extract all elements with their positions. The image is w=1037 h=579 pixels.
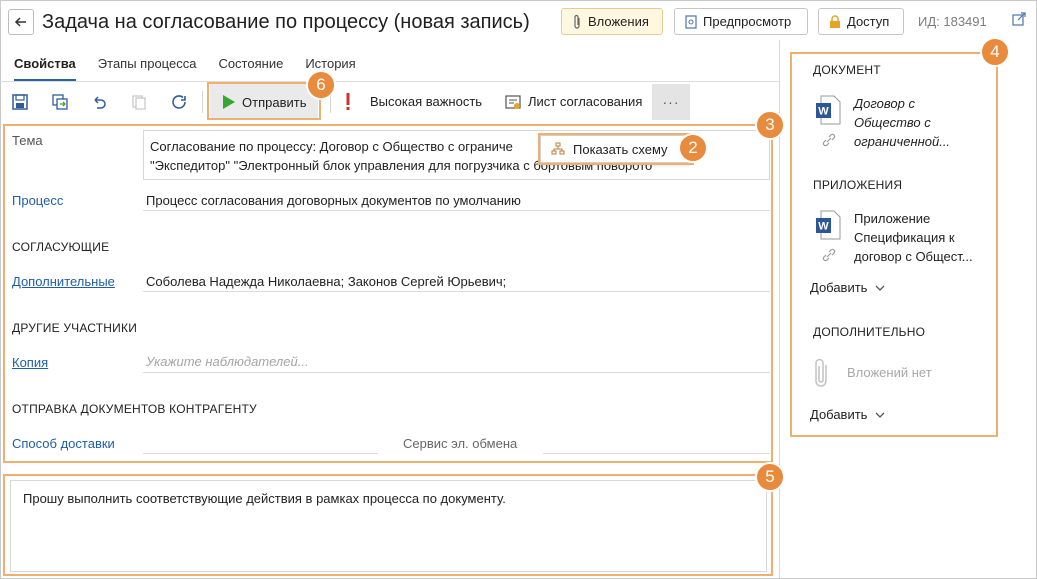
access-label: Доступ bbox=[847, 14, 890, 29]
save-icon[interactable] bbox=[10, 92, 30, 112]
tab-state[interactable]: Состояние bbox=[218, 56, 283, 81]
tab-bar: Свойства Этапы процесса Состояние Истори… bbox=[14, 56, 356, 81]
tab-process-stages[interactable]: Этапы процесса bbox=[98, 56, 197, 81]
highlight-scheme bbox=[538, 133, 694, 165]
record-id: ИД: 183491 bbox=[918, 14, 987, 29]
approval-sheet-button[interactable]: Лист согласования bbox=[528, 94, 642, 109]
more-button[interactable]: ··· bbox=[652, 84, 690, 120]
callout-badge-3: 3 bbox=[755, 110, 785, 140]
preview-label: Предпросмотр bbox=[703, 14, 792, 29]
preview-button[interactable]: Предпросмотр bbox=[674, 8, 808, 35]
callout-badge-6: 6 bbox=[306, 70, 336, 100]
callout-badge-4: 4 bbox=[980, 37, 1010, 67]
toolbar: Отправить Высокая важность Лист согласов… bbox=[0, 83, 780, 121]
tabs-divider bbox=[0, 81, 780, 82]
highlight-send bbox=[207, 82, 321, 120]
arrow-left-icon bbox=[14, 17, 26, 27]
access-button[interactable]: Доступ bbox=[818, 8, 904, 35]
highlight-comment bbox=[3, 474, 773, 576]
back-button[interactable] bbox=[8, 9, 34, 35]
highlight-form bbox=[3, 124, 773, 463]
callout-badge-5: 5 bbox=[755, 462, 785, 492]
attachments-button[interactable]: Вложения bbox=[561, 8, 663, 35]
attachments-label: Вложения bbox=[588, 14, 649, 29]
refresh-icon[interactable] bbox=[169, 92, 189, 112]
preview-icon bbox=[685, 14, 697, 29]
open-new-window-icon[interactable] bbox=[1012, 12, 1026, 29]
lock-icon bbox=[830, 14, 840, 28]
undo-icon[interactable] bbox=[89, 92, 109, 112]
approval-sheet-icon bbox=[503, 92, 523, 112]
paperclip-icon bbox=[574, 14, 580, 29]
exclamation-icon[interactable] bbox=[338, 92, 358, 112]
callout-badge-2: 2 bbox=[678, 133, 708, 163]
tab-properties[interactable]: Свойства bbox=[14, 56, 76, 81]
page-title: Задача на согласование по процессу (нова… bbox=[42, 11, 530, 33]
copy-icon bbox=[129, 92, 149, 112]
toolbar-separator bbox=[202, 91, 203, 113]
highlight-right-panel bbox=[790, 52, 998, 437]
high-importance-button[interactable]: Высокая важность bbox=[370, 94, 482, 109]
save-and-close-icon[interactable] bbox=[50, 92, 70, 112]
